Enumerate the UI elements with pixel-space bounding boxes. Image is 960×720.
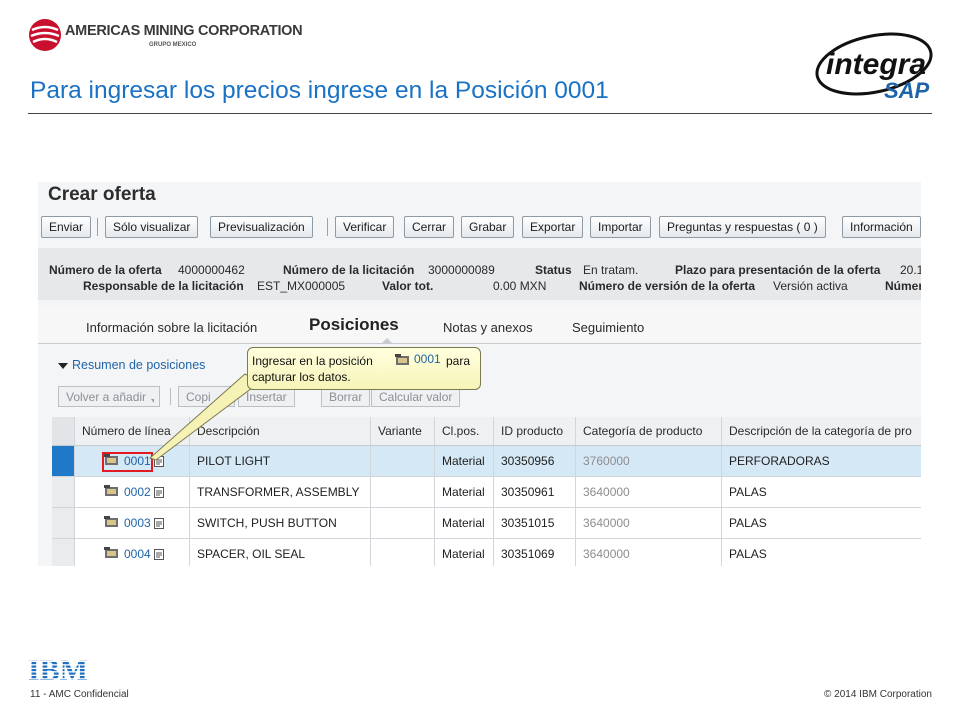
amc-emblem-icon bbox=[29, 19, 61, 51]
callout-position: 0001 bbox=[414, 352, 441, 366]
svg-text:integra: integra bbox=[826, 48, 926, 81]
item-detail-icon bbox=[395, 354, 409, 365]
instruction-callout: Ingresar en la posición 0001 para captur… bbox=[247, 347, 481, 390]
sap-screenshot: Crear oferta Enviar Sólo visualizar Prev… bbox=[38, 182, 921, 566]
title-divider bbox=[28, 113, 932, 114]
integra-sap-logo: integra SAP bbox=[815, 32, 933, 103]
callout-line1: Ingresar en la posición bbox=[252, 354, 373, 368]
americas-mining-logo: AMERICAS MINING CORPORATION GRUPO MEXICO bbox=[28, 18, 303, 52]
callout-line1-end: para bbox=[446, 354, 471, 368]
svg-text:SAP: SAP bbox=[884, 78, 930, 103]
slide-title: Para ingresar los precios ingrese en la … bbox=[30, 77, 609, 104]
ibm-logo: IBM bbox=[28, 655, 92, 683]
footer-page-label: 11 - AMC Confidencial bbox=[30, 689, 129, 700]
brand-subtitle: GRUPO MEXICO bbox=[149, 42, 197, 48]
callout-line2: capturar los datos. bbox=[252, 370, 351, 384]
brand-name: AMERICAS MINING CORPORATION bbox=[65, 23, 303, 39]
footer-copyright: © 2014 IBM Corporation bbox=[824, 689, 932, 700]
